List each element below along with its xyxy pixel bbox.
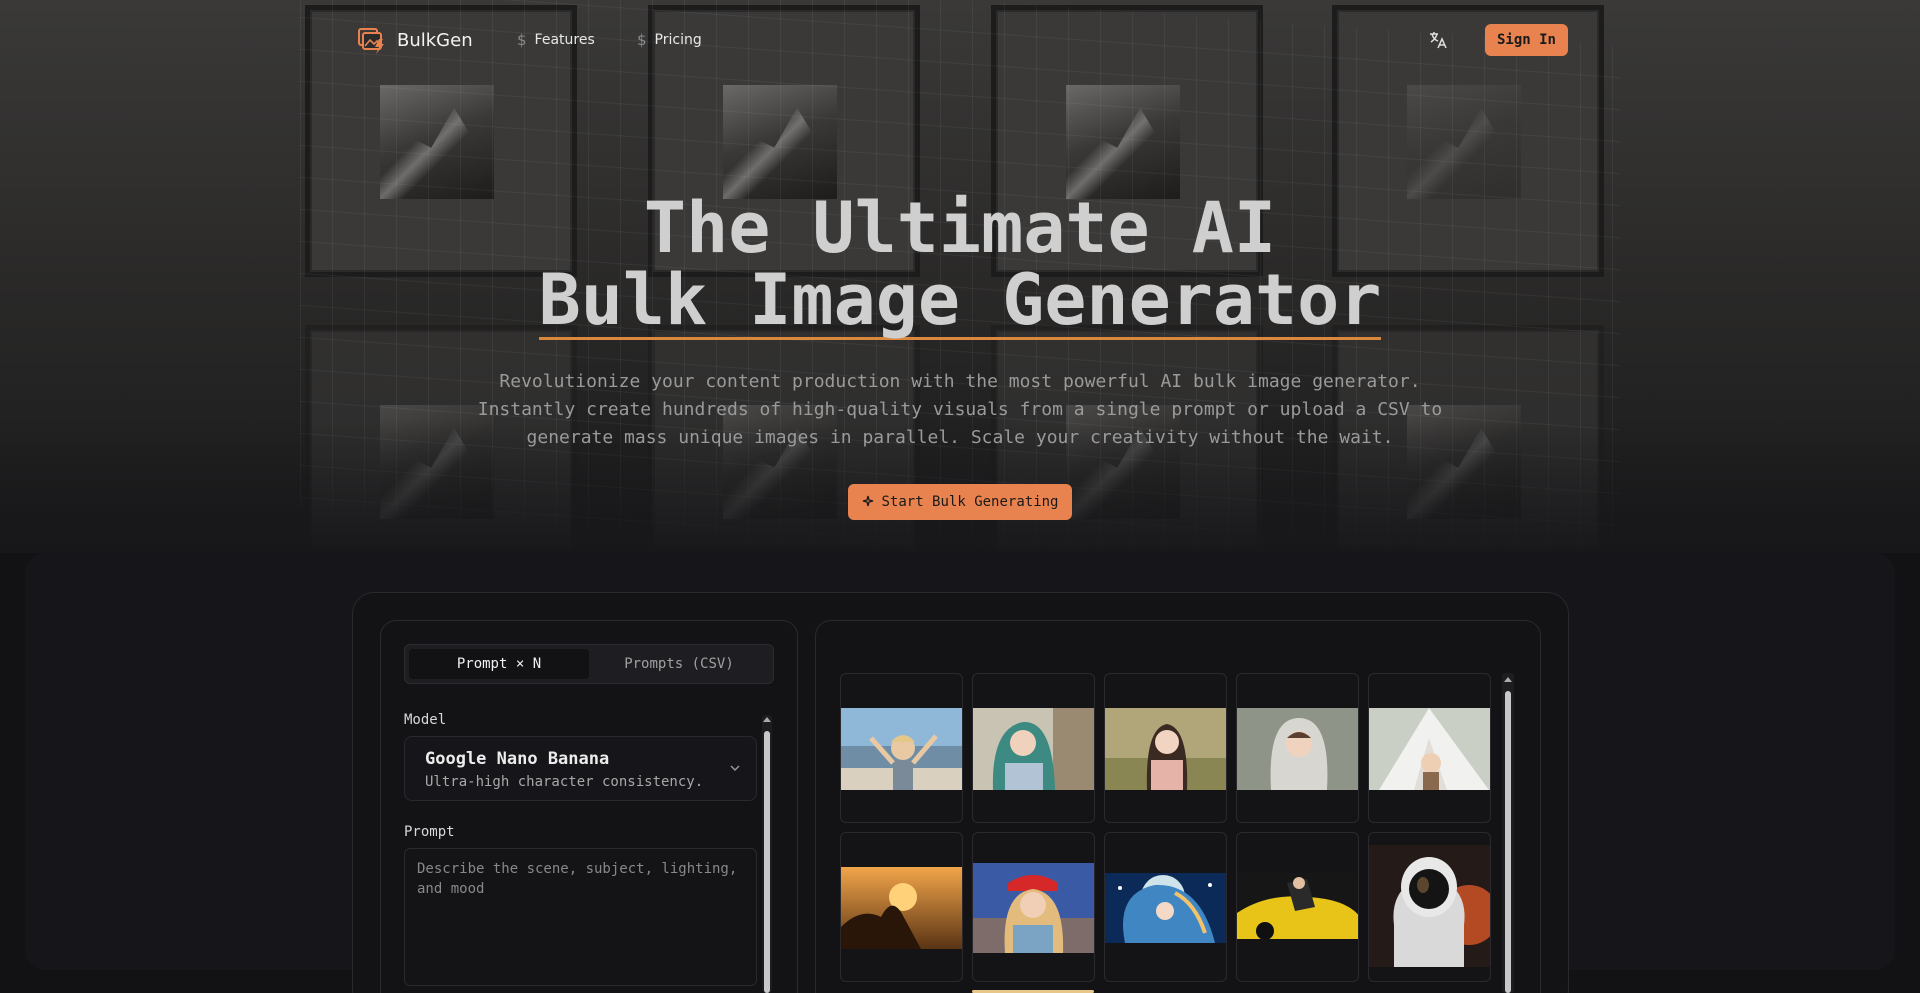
- hero-title: The Ultimate AI Bulk Image Generator: [0, 192, 1920, 340]
- model-label: Model: [404, 712, 447, 728]
- sign-in-button[interactable]: Sign In: [1485, 24, 1568, 56]
- gallery-tile[interactable]: [1368, 673, 1491, 823]
- gallery-tile[interactable]: [1104, 832, 1227, 982]
- settings-scrollbar[interactable]: [762, 715, 772, 993]
- gallery-tile[interactable]: [840, 832, 963, 982]
- anime-girl-night-image: [1105, 873, 1226, 943]
- nav-link-label: Features: [534, 32, 595, 48]
- sunset-silhouette-image: [841, 867, 962, 949]
- hero-title-line1: The Ultimate AI: [643, 187, 1277, 269]
- brand-name: BulkGen: [397, 29, 473, 51]
- girl-hoodie-image: [1237, 708, 1358, 790]
- translate-icon[interactable]: [1428, 30, 1448, 50]
- model-description: Ultra-high character consistency.: [425, 774, 704, 790]
- gallery-tile[interactable]: [1104, 673, 1227, 823]
- sparkle-icon: [863, 495, 874, 507]
- mode-tabs: Prompt × N Prompts (CSV): [404, 644, 774, 684]
- start-bulk-generating-button[interactable]: Start Bulk Generating: [848, 484, 1072, 520]
- model-name: Google Nano Banana: [425, 749, 610, 769]
- gallery-tile[interactable]: [972, 673, 1095, 823]
- tab-prompt-x-n[interactable]: Prompt × N: [409, 649, 589, 679]
- hero-subtitle: Revolutionize your content production wi…: [477, 371, 1443, 448]
- nav-link-pricing[interactable]: $ Pricing: [637, 31, 702, 49]
- tab-prompts-csv[interactable]: Prompts (CSV): [589, 649, 769, 679]
- child-tent-image: [1369, 708, 1490, 790]
- green-hair-woman-image: [973, 708, 1094, 790]
- prompt-input[interactable]: [404, 848, 757, 986]
- gallery-tile[interactable]: [1236, 673, 1359, 823]
- nav-link-features[interactable]: $ Features: [517, 31, 595, 49]
- chevron-down-icon: [730, 765, 740, 771]
- prompt-label: Prompt: [404, 824, 455, 840]
- gallery-tile[interactable]: [840, 673, 963, 823]
- scroll-thumb[interactable]: [1505, 691, 1511, 993]
- yellow-car-image: [1237, 873, 1358, 939]
- model-select[interactable]: Google Nano Banana Ultra-high character …: [404, 736, 757, 801]
- dollar-icon: $: [517, 31, 527, 49]
- racing-fan-image: [973, 863, 1094, 953]
- cta-label: Start Bulk Generating: [881, 494, 1059, 510]
- astronaut-image: [1369, 845, 1490, 967]
- hero-title-line2: Bulk Image Generator: [538, 259, 1382, 341]
- gallery-tile[interactable]: [1368, 832, 1491, 982]
- bulkgen-logo-icon: [358, 28, 384, 54]
- brand-logo[interactable]: BulkGen: [357, 25, 473, 55]
- image-gallery: [840, 673, 1493, 993]
- girl-field-image: [1105, 708, 1226, 790]
- child-beach-image: [841, 708, 962, 790]
- gallery-tile[interactable]: [972, 832, 1095, 982]
- dollar-icon: $: [637, 31, 647, 49]
- nav-link-label: Pricing: [654, 32, 702, 48]
- gallery-tile[interactable]: [1236, 832, 1359, 982]
- top-nav: BulkGen $ Features $ Pricing Sign In: [357, 22, 1568, 58]
- scroll-up-arrow[interactable]: [1504, 677, 1512, 682]
- scroll-up-arrow[interactable]: [763, 717, 771, 722]
- scroll-thumb[interactable]: [764, 731, 770, 993]
- gallery-scrollbar[interactable]: [1502, 673, 1514, 993]
